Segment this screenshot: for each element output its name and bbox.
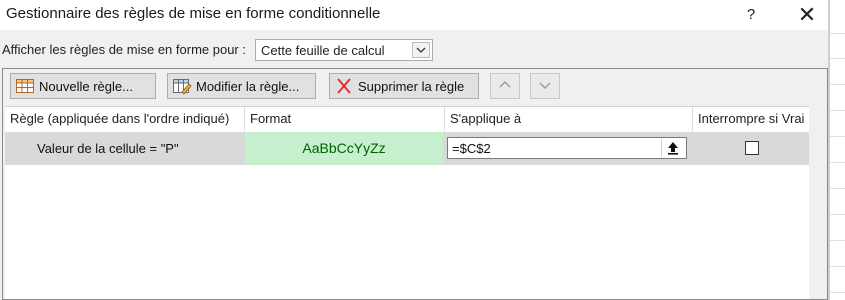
grid-line [830, 162, 845, 163]
column-header-stop[interactable]: Interrompre si Vrai [693, 107, 809, 131]
dialog-title: Gestionnaire des règles de mise en forme… [6, 5, 381, 22]
new-rule-label: Nouvelle règle... [39, 78, 133, 94]
background-sheet-grid [828, 0, 845, 300]
move-up-button[interactable] [490, 73, 520, 99]
grid-line [830, 33, 845, 34]
applies-to-value: =$C$2 [452, 141, 491, 156]
grid-line [830, 188, 845, 189]
show-rules-select[interactable]: Cette feuille de calcul [255, 39, 433, 61]
move-down-button[interactable] [530, 73, 560, 99]
edit-table-icon [172, 77, 192, 95]
grid-line [830, 240, 845, 241]
help-button[interactable]: ? [740, 4, 762, 26]
column-header-format[interactable]: Format [245, 107, 445, 131]
column-header-rule[interactable]: Règle (appliquée dans l'ordre indiqué) [5, 107, 245, 131]
grid-line [830, 84, 845, 85]
grid-line [830, 292, 845, 293]
chevron-down-icon [537, 79, 553, 94]
show-rules-row: Afficher les règles de mise en forme pou… [0, 38, 820, 64]
rules-table: Règle (appliquée dans l'ordre indiqué) F… [5, 106, 809, 299]
conditional-formatting-dialog: Gestionnaire des règles de mise en forme… [0, 0, 828, 300]
title-bar: Gestionnaire des règles de mise en forme… [0, 0, 828, 30]
chevron-up-icon [497, 79, 513, 94]
new-rule-button[interactable]: Nouvelle règle... [10, 73, 156, 99]
close-button[interactable]: ✕ [796, 4, 818, 26]
red-x-icon [334, 77, 354, 95]
table-row[interactable]: Valeur de la cellule = "P" AaBbCcYyZz =$… [5, 132, 809, 165]
edit-rule-label: Modifier la règle... [196, 78, 300, 94]
grid-line [830, 214, 845, 215]
grid-line [830, 266, 845, 267]
rule-description: Valeur de la cellule = "P" [37, 141, 179, 156]
rules-toolbar: Nouvelle règle... Modifier la règle... S… [3, 69, 827, 105]
edit-rule-button[interactable]: Modifier la règle... [167, 73, 316, 99]
show-rules-value: Cette feuille de calcul [261, 43, 385, 58]
format-preview: AaBbCcYyZz [245, 132, 443, 165]
grid-line [830, 58, 845, 59]
stop-if-true-checkbox[interactable] [745, 141, 759, 155]
applies-to-field[interactable]: =$C$2 [447, 137, 687, 159]
table-icon [15, 77, 35, 95]
grid-line [830, 110, 845, 111]
delete-rule-button[interactable]: Supprimer la règle [329, 73, 479, 99]
delete-rule-label: Supprimer la règle [358, 78, 465, 94]
chevron-down-icon[interactable] [412, 42, 430, 58]
rules-panel: Nouvelle règle... Modifier la règle... S… [2, 68, 828, 300]
grid-line [830, 136, 845, 137]
show-rules-label: Afficher les règles de mise en forme pou… [2, 42, 246, 57]
collapse-dialog-icon[interactable] [661, 139, 684, 157]
column-header-applies[interactable]: S'applique à [445, 107, 693, 131]
